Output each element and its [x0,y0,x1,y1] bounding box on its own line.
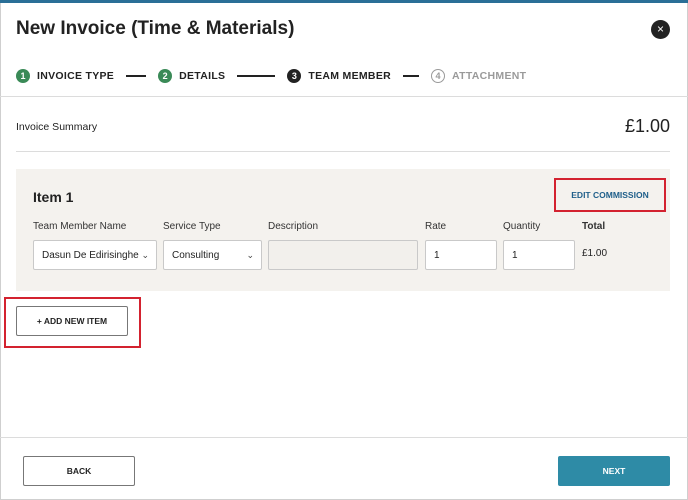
chevron-down-icon: ⌄ [141,250,149,260]
service-type-select[interactable]: Consulting ⌄ [163,240,262,270]
invoice-summary-amount: £1.00 [624,116,670,136]
team-member-value: Dasun De Edirisinghe [42,249,139,261]
step-connector [403,75,420,77]
top-accent-bar [0,0,688,3]
highlight-box [554,178,666,212]
step-number: 4 [431,69,446,83]
next-button[interactable]: NEXT [558,456,670,486]
step-label: TEAM MEMBER [308,70,392,82]
quantity-input[interactable]: 1 [503,240,575,270]
step-label: ATTACHMENT [452,70,527,82]
step-team-member[interactable]: 3 TEAM MEMBER [287,69,391,83]
description-input[interactable] [268,240,418,270]
footer-divider [0,437,688,438]
item-total-value: £1.00 [582,248,608,259]
invoice-item-card: Item 1 EDIT COMMISSION Team Member Name … [16,169,670,291]
step-invoice-type[interactable]: 1 INVOICE TYPE [16,69,114,83]
column-header-quantity: Quantity [503,221,541,232]
step-attachment[interactable]: 4 ATTACHMENT [431,69,526,83]
invoice-summary-label: Invoice Summary [16,121,98,133]
column-header-rate: Rate [425,221,447,232]
team-member-select[interactable]: Dasun De Edirisinghe ⌄ [33,240,157,270]
step-connector [237,75,276,77]
step-number: 1 [16,69,30,83]
dialog-title: New Invoice (Time & Materials) [16,18,295,39]
summary-divider [16,151,670,152]
column-header-total: Total [582,221,606,232]
step-connector [126,75,147,77]
column-header-service-type: Service Type [163,221,221,232]
highlight-box [4,297,141,348]
stepper: 1 INVOICE TYPE 2 DETAILS 3 TEAM MEMBER 4… [16,67,526,85]
back-button[interactable]: BACK [23,456,135,486]
close-icon: × [656,22,664,36]
step-label: DETAILS [179,70,226,82]
column-header-description: Description [268,221,319,232]
step-number: 2 [158,69,173,83]
rate-input[interactable]: 1 [425,240,497,270]
service-type-value: Consulting [172,249,220,261]
step-details[interactable]: 2 DETAILS [158,69,225,83]
step-number: 3 [287,69,302,83]
column-header-team-member: Team Member Name [33,221,127,232]
item-title: Item 1 [33,189,74,205]
header-divider [0,96,688,97]
step-label: INVOICE TYPE [37,70,115,82]
chevron-down-icon: ⌄ [246,250,254,260]
close-button[interactable]: × [651,20,670,39]
